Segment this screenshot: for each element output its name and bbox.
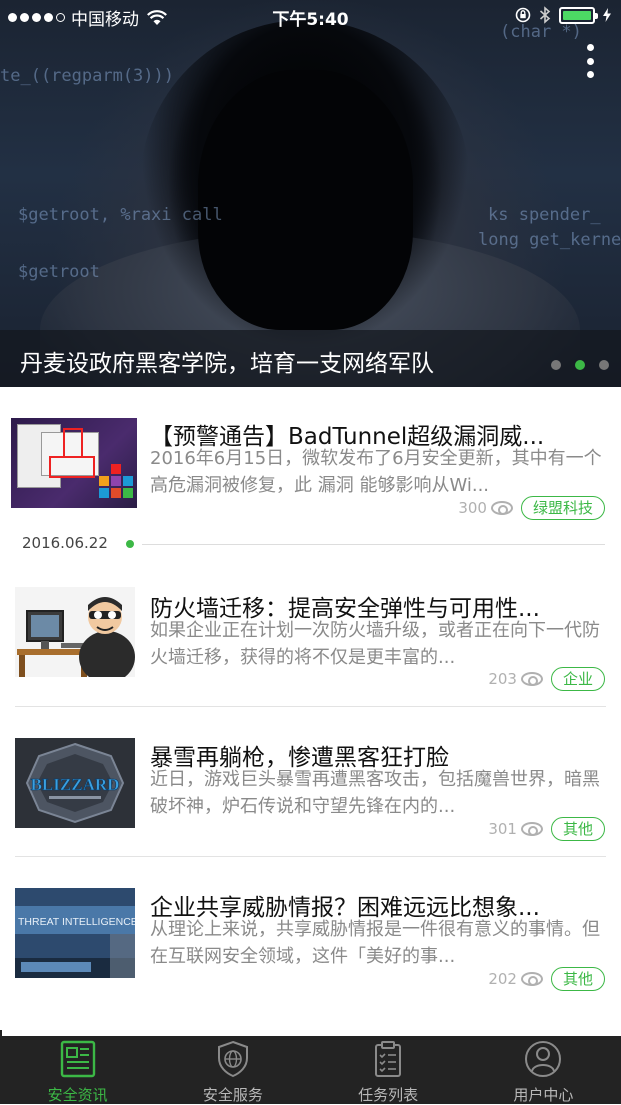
article-thumbnail: BLIZZARD [15, 738, 135, 828]
eye-icon [520, 972, 543, 986]
article-summary: 从理论上来说，共享威胁情报是一件很有意义的事情。但在互联网安全领域，这件「美好的… [150, 919, 600, 967]
view-count: 203 [488, 670, 543, 688]
article-meta: 300 绿盟科技 [458, 495, 605, 521]
eye-icon [490, 501, 513, 515]
banner-pager [551, 360, 609, 370]
status-bar: 中国移动 下午5:40 [0, 0, 621, 34]
date-label: 2016.06.22 [22, 534, 108, 552]
more-options-button[interactable] [583, 44, 597, 78]
code-line: $getroot [18, 262, 100, 282]
battery-icon [559, 6, 598, 24]
article-summary: 如果企业正在计划一次防火墙升级，或者正在向下一代防火墙迁移，获得的将不仅是更丰富… [150, 620, 600, 668]
charging-icon [603, 8, 611, 22]
user-icon [525, 1041, 562, 1077]
clipboard-icon [375, 1041, 402, 1077]
view-count: 202 [488, 970, 543, 988]
category-tag[interactable]: 绿盟科技 [520, 496, 605, 520]
eye-icon [520, 822, 543, 836]
article-summary: 近日，游戏巨头暴雪再遭黑客攻击，包括魔兽世界，暗黑破坏神，炉石传说和守望先锋在内… [150, 769, 600, 817]
hero-banner[interactable]: te_((regparm(3))) $getroot, %raxi call $… [0, 0, 621, 387]
code-line: te_((regparm(3))) [0, 66, 174, 86]
category-tag[interactable]: 企业 [550, 667, 605, 691]
tab-label: 任务列表 [358, 1086, 419, 1104]
article-meta: 202 其他 [488, 966, 605, 992]
article-item[interactable]: THREAT INTELLIGENCE CEN 企业共享威胁情报？困难远远比想象… [0, 857, 621, 991]
category-tag[interactable]: 其他 [550, 817, 605, 841]
article-item[interactable]: 防火墙迁移：提高安全弹性与可用性... 如果企业正在计划一次防火墙升级，或者正在… [0, 557, 621, 691]
timeline-line [142, 544, 605, 545]
threat-thumb-text: THREAT INTELLIGENCE CEN [18, 916, 135, 928]
shield-globe-icon [217, 1040, 248, 1078]
article-summary: 2016年6月15日，微软发布了6月安全更新，其中有一个高危漏洞被修复，此 漏洞… [150, 448, 602, 496]
pager-dot[interactable] [599, 360, 609, 370]
code-line: ks spender_ [488, 205, 601, 225]
blizzard-logo-text: BLIZZARD [31, 775, 120, 794]
date-divider: 2016.06.22 [0, 534, 621, 554]
pager-dot-active[interactable] [575, 360, 585, 370]
code-line: $getroot, %raxi call [18, 205, 223, 225]
hood-face [198, 70, 413, 330]
pager-dot[interactable] [551, 360, 561, 370]
category-tag[interactable]: 其他 [550, 967, 605, 991]
view-count: 301 [488, 820, 543, 838]
view-count: 300 [458, 499, 513, 517]
rotation-lock-icon [515, 7, 531, 23]
article-item[interactable]: 【预警通告】BadTunnel超级漏洞威... 2016年6月15日，微软发布了… [0, 387, 621, 520]
article-meta: 203 企业 [488, 666, 605, 692]
article-item[interactable]: BLIZZARD 暴雪再躺枪，惨遭黑客狂打脸 近日，游戏巨头暴雪再遭黑客攻击，包… [0, 707, 621, 841]
tab-security-news[interactable]: 安全资讯 [0, 1036, 155, 1104]
tab-security-services[interactable]: 安全服务 [155, 1036, 310, 1104]
code-line: long get_kerne [478, 230, 621, 250]
news-icon [60, 1040, 95, 1078]
article-thumbnail: THREAT INTELLIGENCE CEN [15, 888, 135, 978]
tab-label: 用户中心 [513, 1086, 574, 1104]
article-thumbnail [11, 418, 137, 508]
article-thumbnail [15, 587, 135, 677]
tab-label: 安全资讯 [47, 1086, 108, 1104]
tab-task-list[interactable]: 任务列表 [311, 1036, 466, 1104]
banner-caption-bar[interactable]: 丹麦设政府黑客学院，培育一支网络军队 [0, 330, 621, 387]
tab-user-center[interactable]: 用户中心 [466, 1036, 621, 1104]
banner-title[interactable]: 丹麦设政府黑客学院，培育一支网络军队 [20, 344, 434, 378]
bottom-tab-bar: 安全资讯 安全服务 任务列表 用户中心 [0, 1036, 621, 1104]
article-meta: 301 其他 [488, 816, 605, 842]
tab-label: 安全服务 [202, 1086, 263, 1104]
timeline-dot [126, 540, 134, 548]
eye-icon [520, 672, 543, 686]
bluetooth-icon [539, 6, 551, 24]
